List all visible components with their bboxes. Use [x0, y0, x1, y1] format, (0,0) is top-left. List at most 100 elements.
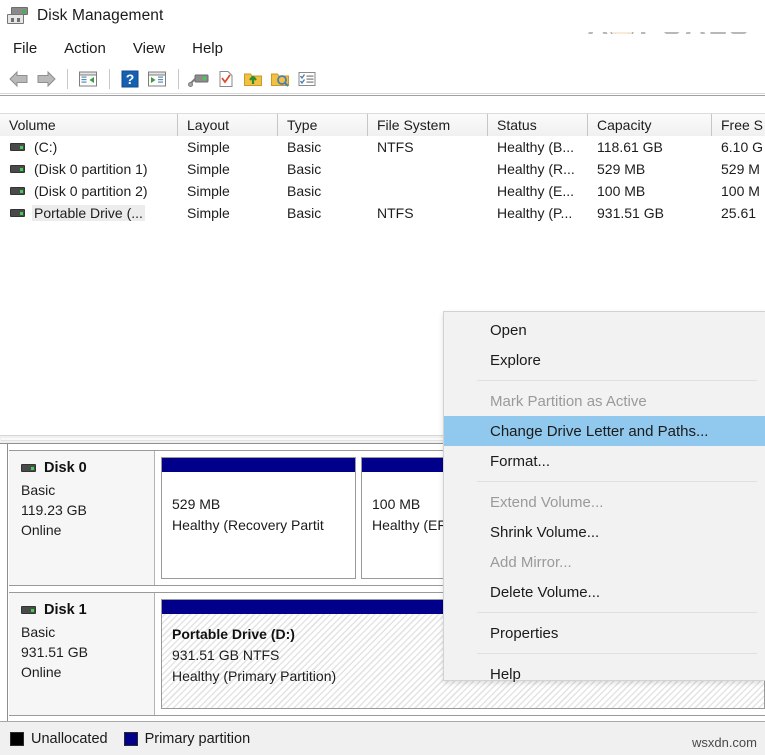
menu-item-explore[interactable]: Explore: [444, 345, 765, 375]
disk-status: Online: [21, 522, 62, 538]
menu-item-open[interactable]: Open: [444, 315, 765, 345]
cell-volume: (C:): [0, 139, 178, 155]
menu-item-delete-volume[interactable]: Delete Volume...: [444, 577, 765, 607]
column-header-capacity[interactable]: Capacity: [588, 114, 712, 136]
cell-capacity: 931.51 GB: [597, 205, 664, 221]
graphical-view-rail: [0, 444, 8, 721]
volume-list-header: Volume Layout Type File System Status Ca…: [0, 113, 765, 136]
forward-icon[interactable]: [33, 67, 59, 91]
context-menu: Open Explore Mark Partition as Active Ch…: [443, 311, 765, 683]
table-row[interactable]: Portable Drive (... Simple Basic NTFS He…: [0, 202, 765, 224]
cell-status: Healthy (B...: [497, 139, 575, 155]
menu-item-change-drive-letter-and-paths[interactable]: Change Drive Letter and Paths...: [444, 416, 765, 446]
disk-status: Online: [21, 664, 62, 680]
cell-free-space: 6.10 G: [721, 139, 764, 155]
column-header-layout[interactable]: Layout: [178, 114, 278, 136]
cell-capacity: 100 MB: [597, 183, 646, 199]
menu-item-help[interactable]: Help: [444, 659, 765, 689]
toolbar-separator: [178, 69, 179, 89]
properties-icon[interactable]: [213, 67, 239, 91]
disk-info-disk-1: Disk 1 Basic 931.51 GB Online: [9, 593, 155, 715]
table-row[interactable]: (C:) Simple Basic NTFS Healthy (B... 118…: [0, 136, 765, 158]
column-header-free-space[interactable]: Free S: [712, 114, 765, 136]
volume-disk-icon: [10, 165, 25, 173]
disk-title: Disk 0: [21, 460, 154, 476]
menu-view[interactable]: View: [130, 38, 176, 59]
cell-file-system: NTFS: [377, 205, 414, 221]
menu-separator: [477, 612, 757, 613]
toolbar: ?: [0, 64, 765, 94]
cell-layout: Simple: [187, 161, 230, 177]
menu-separator: [477, 653, 757, 654]
volume-disk-icon: [10, 187, 25, 195]
cell-type: Basic: [287, 139, 322, 155]
legend-label-primary-partition: Primary partition: [144, 730, 251, 747]
partition-status: Healthy (Recovery Partit: [172, 517, 324, 533]
column-header-volume[interactable]: Volume: [0, 114, 178, 136]
toolbar-separator: [67, 69, 68, 89]
volume-disk-icon: [10, 143, 25, 151]
show-hide-action-pane-icon[interactable]: [144, 67, 170, 91]
menu-separator: [477, 481, 757, 482]
menu-item-format[interactable]: Format...: [444, 446, 765, 476]
cell-type: Basic: [287, 205, 322, 221]
legend-item-primary-partition: Primary partition: [123, 730, 251, 747]
rescan-disks-icon[interactable]: [186, 67, 212, 91]
menu-bar: File Action View Help: [0, 34, 765, 62]
column-header-file-system[interactable]: File System: [368, 114, 488, 136]
disk-size: 119.23 GB: [21, 502, 87, 518]
help-icon[interactable]: ?: [117, 67, 143, 91]
menu-item-properties[interactable]: Properties: [444, 618, 765, 648]
legend-bar: Unallocated Primary partition wsxdn.com: [0, 721, 765, 755]
disk-info-disk-0: Disk 0 Basic 119.23 GB Online: [9, 451, 155, 585]
toolbar-divider: [0, 93, 765, 94]
cell-volume: Portable Drive (...: [0, 205, 178, 221]
menu-help[interactable]: Help: [189, 38, 234, 59]
disk-type: Basic: [21, 482, 56, 498]
disk-management-icon: [7, 7, 29, 25]
volume-list-rows: (C:) Simple Basic NTFS Healthy (B... 118…: [0, 136, 765, 224]
cell-capacity: 118.61 GB: [597, 139, 663, 155]
cell-status: Healthy (P...: [497, 205, 573, 221]
cell-free-space: 25.61: [721, 205, 757, 221]
partition-block[interactable]: 529 MB Healthy (Recovery Partit: [161, 457, 356, 579]
cell-free-space: 529 M: [721, 161, 760, 177]
menu-separator: [477, 380, 757, 381]
svg-text:?: ?: [126, 71, 135, 87]
cell-layout: Simple: [187, 205, 230, 221]
cell-layout: Simple: [187, 183, 230, 199]
show-hide-console-tree-icon[interactable]: [75, 67, 101, 91]
back-icon[interactable]: [6, 67, 32, 91]
disk-management-window: Disk Management A PUALS File Action View…: [0, 0, 765, 755]
cell-capacity: 529 MB: [597, 161, 646, 177]
cell-file-system: NTFS: [377, 139, 414, 155]
cell-status: Healthy (E...: [497, 183, 575, 199]
options-icon[interactable]: [294, 67, 320, 91]
disk-icon: [21, 606, 36, 614]
menu-item-mark-partition-as-active: Mark Partition as Active: [490, 392, 647, 410]
extend-volume-icon[interactable]: [240, 67, 266, 91]
disk-icon: [21, 464, 36, 472]
menu-item-extend-volume: Extend Volume...: [490, 493, 604, 511]
disk-type: Basic: [21, 624, 56, 640]
table-row[interactable]: (Disk 0 partition 2) Simple Basic Health…: [0, 180, 765, 202]
shrink-volume-icon[interactable]: [267, 67, 293, 91]
partition-details: 529 MB Healthy (Recovery Partit: [162, 472, 355, 578]
menu-item-add-mirror: Add Mirror...: [490, 553, 572, 571]
column-header-status[interactable]: Status: [488, 114, 588, 136]
column-header-type[interactable]: Type: [278, 114, 368, 136]
menu-file[interactable]: File: [10, 38, 48, 59]
cell-volume: (Disk 0 partition 1): [0, 161, 178, 177]
cell-layout: Simple: [187, 139, 230, 155]
menu-item-shrink-volume[interactable]: Shrink Volume...: [444, 517, 765, 547]
legend-swatch-unallocated: [10, 731, 24, 746]
menu-action[interactable]: Action: [61, 38, 117, 59]
toolbar-separator: [109, 69, 110, 89]
legend-label-unallocated: Unallocated: [31, 730, 108, 747]
table-row[interactable]: (Disk 0 partition 1) Simple Basic Health…: [0, 158, 765, 180]
cell-volume: (Disk 0 partition 2): [0, 183, 178, 199]
volume-disk-icon: [10, 209, 25, 217]
cell-status: Healthy (R...: [497, 161, 575, 177]
partition-color-bar: [162, 458, 355, 472]
cell-type: Basic: [287, 183, 322, 199]
